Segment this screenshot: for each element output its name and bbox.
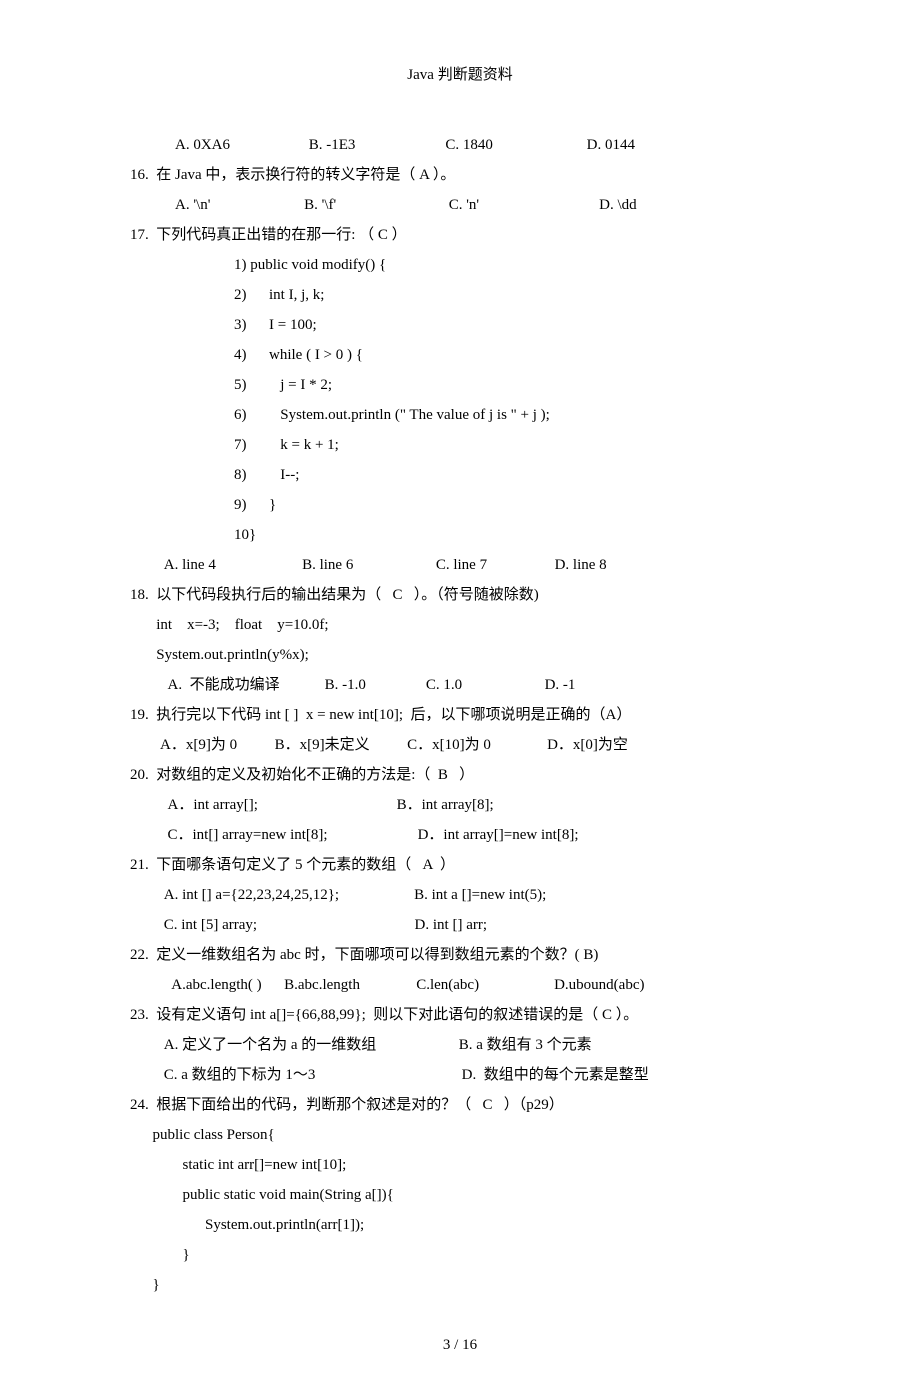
- code-line: }: [130, 1270, 790, 1300]
- q17-options: A. line 4 B. line 6 C. line 7 D. line 8: [130, 550, 790, 580]
- q22-options: A.abc.length( ) B.abc.length C.len(abc) …: [130, 970, 790, 1000]
- code-line: 8) I--;: [130, 460, 790, 490]
- code-line: 5) j = I * 2;: [130, 370, 790, 400]
- code-line: public static void main(String a[]){: [130, 1180, 790, 1210]
- code-line: 2) int I, j, k;: [130, 280, 790, 310]
- code-line: int x=-3; float y=10.0f;: [130, 610, 790, 640]
- q20: 20. 对数组的定义及初始化不正确的方法是:（ B ）: [130, 760, 790, 790]
- q21: 21. 下面哪条语句定义了 5 个元素的数组（ A ）: [130, 850, 790, 880]
- q23-options-ab: A. 定义了一个名为 a 的一维数组 B. a 数组有 3 个元素: [130, 1030, 790, 1060]
- q15-options: A. 0XA6 B. -1E3 C. 1840 D. 0144: [130, 130, 790, 160]
- q21-options-ab: A. int [] a={22,23,24,25,12}; B. int a […: [130, 880, 790, 910]
- q19-options: A．x[9]为 0 B．x[9]未定义 C．x[10]为 0 D．x[0]为空: [130, 730, 790, 760]
- page-header: Java 判断题资料: [130, 60, 790, 90]
- q16-options: A. '\n' B. '\f' C. 'n' D. \dd: [130, 190, 790, 220]
- code-line: 1) public void modify() {: [130, 250, 790, 280]
- page-footer: 3 / 16: [130, 1330, 790, 1360]
- code-line: System.out.println(y%x);: [130, 640, 790, 670]
- code-line: 7) k = k + 1;: [130, 430, 790, 460]
- code-line: System.out.println(arr[1]);: [130, 1210, 790, 1240]
- q22: 22. 定义一维数组名为 abc 时，下面哪项可以得到数组元素的个数？( B): [130, 940, 790, 970]
- q23: 23. 设有定义语句 int a[]={66,88,99}; 则以下对此语句的叙…: [130, 1000, 790, 1030]
- document-page: Java 判断题资料 A. 0XA6 B. -1E3 C. 1840 D. 01…: [0, 0, 920, 1400]
- q21-options-cd: C. int [5] array; D. int [] arr;: [130, 910, 790, 940]
- code-line: 4) while ( I > 0 ) {: [130, 340, 790, 370]
- q19: 19. 执行完以下代码 int [ ] x = new int[10]; 后，以…: [130, 700, 790, 730]
- code-line: static int arr[]=new int[10];: [130, 1150, 790, 1180]
- q20-options-cd: C．int[] array=new int[8]; D．int array[]=…: [130, 820, 790, 850]
- code-line: public class Person{: [130, 1120, 790, 1150]
- q20-options-ab: A．int array[]; B．int array[8];: [130, 790, 790, 820]
- q18-options: A. 不能成功编译 B. -1.0 C. 1.0 D. -1: [130, 670, 790, 700]
- q16: 16. 在 Java 中，表示换行符的转义字符是（ A ）。: [130, 160, 790, 190]
- q18: 18. 以下代码段执行后的输出结果为（ C ）。（符号随被除数): [130, 580, 790, 610]
- q24: 24. 根据下面给出的代码，判断那个叙述是对的？（ C ）（p29）: [130, 1090, 790, 1120]
- q23-options-cd: C. a 数组的下标为 1～3 D. 数组中的每个元素是整型: [130, 1060, 790, 1090]
- q17: 17. 下列代码真正出错的在那一行: （ C ）: [130, 220, 790, 250]
- code-line: 3) I = 100;: [130, 310, 790, 340]
- code-line: 6) System.out.println (" The value of j …: [130, 400, 790, 430]
- code-line: }: [130, 1240, 790, 1270]
- code-line: 10}: [130, 520, 790, 550]
- code-line: 9) }: [130, 490, 790, 520]
